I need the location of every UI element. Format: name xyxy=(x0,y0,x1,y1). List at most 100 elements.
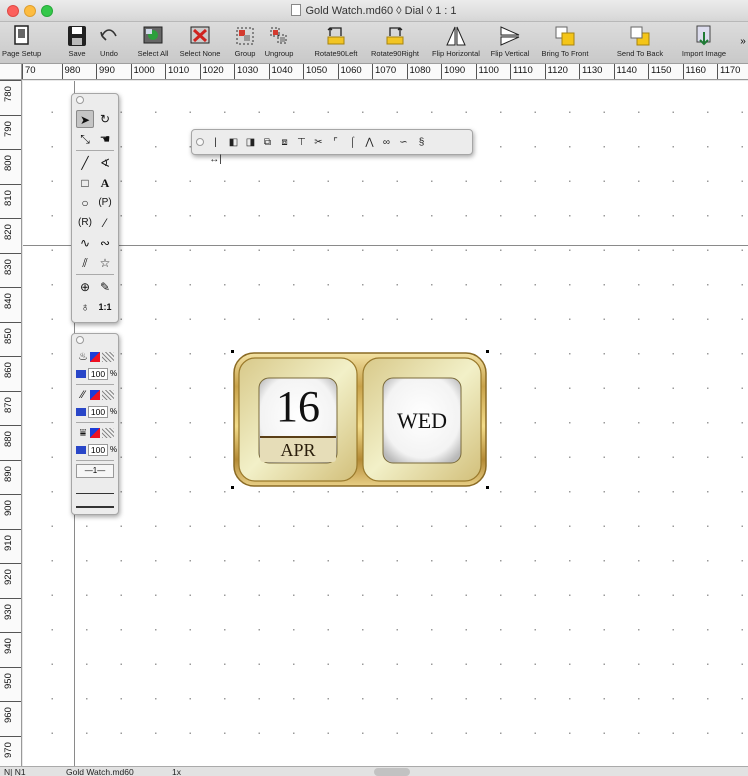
undo-icon xyxy=(100,29,117,41)
palette-divider xyxy=(76,422,114,423)
group-button[interactable]: Group xyxy=(230,24,260,64)
bring-to-front-icon xyxy=(555,26,575,46)
wave-tool-icon[interactable]: ∿ xyxy=(76,234,94,252)
ruler-tick-label: 930 xyxy=(0,597,21,633)
shadow-color-swatch[interactable] xyxy=(90,428,100,438)
line-style-dashed-button[interactable]: —1— xyxy=(76,464,114,478)
selection-handle[interactable] xyxy=(486,350,489,353)
fill-pattern-swatch[interactable] xyxy=(102,352,114,362)
horizontal-scrollbar-thumb[interactable] xyxy=(374,768,410,776)
select-none-button[interactable]: Select None xyxy=(176,24,224,64)
mirror-icon[interactable]: ⋀ xyxy=(362,134,377,151)
line-color-swatch[interactable] xyxy=(90,390,100,400)
style-palette-close-button[interactable] xyxy=(76,336,84,344)
fill-percent-label: % xyxy=(110,369,118,378)
shadow-opacity-field[interactable]: 100 xyxy=(88,444,108,456)
fill-color-swatch[interactable] xyxy=(90,352,100,362)
status-document-name: Gold Watch.md60 xyxy=(66,767,134,776)
select-all-button[interactable]: Select All xyxy=(134,24,172,64)
unlink-icon[interactable]: ∽ xyxy=(396,134,411,151)
shadow-pattern-swatch[interactable] xyxy=(102,428,114,438)
arc-tool-icon[interactable]: ⁄ xyxy=(96,214,114,232)
circle-tool-icon[interactable]: ○ xyxy=(76,194,94,212)
flip-vertical-button[interactable]: Flip Vertical xyxy=(486,24,534,64)
polyline-tool-icon[interactable]: ∢ xyxy=(96,154,114,172)
parallel-tool-icon[interactable]: ⫽ xyxy=(76,254,94,272)
ruler-tick-text: 890 xyxy=(3,465,14,482)
hand-tool-icon[interactable]: ☚ xyxy=(96,130,114,148)
drawing-canvas[interactable]: |↔| ◧ ◨ ⧉ ⧈ ⊤ ✂ ⌜ ⌠ ⋀ ∞ ∽ § ➤ ↻ ⤡ ☚ ╱ ∢ … xyxy=(23,81,748,766)
rotate-right-icon xyxy=(386,27,404,45)
fill-opacity-field[interactable]: 100 xyxy=(88,368,108,380)
arrow-select-tool-icon[interactable]: ➤ xyxy=(76,110,94,128)
eyedropper-tool-icon[interactable]: ✎ xyxy=(96,278,114,296)
undo-button[interactable]: Undo xyxy=(94,24,124,64)
star-tool-icon[interactable]: ☆ xyxy=(96,254,114,272)
ruler-corner xyxy=(0,64,22,80)
ruler-tick-label: 920 xyxy=(0,563,21,598)
page-setup-button[interactable]: Page Setup xyxy=(2,24,41,64)
align-right-icon[interactable]: ◨ xyxy=(243,134,258,151)
import-image-icon xyxy=(696,25,711,46)
resize-tool-icon[interactable]: ⤡ xyxy=(76,130,94,148)
ruler-tick-label: 950 xyxy=(0,666,21,702)
ruler-tick-label: 850 xyxy=(0,321,21,357)
selection-handle[interactable] xyxy=(486,486,489,489)
pin-tool-icon[interactable]: ♁ xyxy=(76,298,94,316)
ruler-tick-label: 1160 xyxy=(682,64,706,79)
flip-horizontal-button[interactable]: Flip Horizontal xyxy=(428,24,484,64)
align-left-icon[interactable]: ◧ xyxy=(226,134,241,151)
ruler-tick-label: 1080 xyxy=(406,64,431,79)
distribute-horizontal-icon[interactable]: |↔| xyxy=(208,134,223,165)
ungroup-button[interactable]: Ungroup xyxy=(262,24,296,64)
align-center-icon[interactable]: ⊤ xyxy=(294,134,309,151)
align-top-icon[interactable]: ⧉ xyxy=(260,134,275,151)
ruler-tick-label: 1090 xyxy=(441,64,465,79)
ungroup-icon xyxy=(270,27,287,44)
ruler-tick-label: 990 xyxy=(96,64,115,79)
chain-icon[interactable]: § xyxy=(414,134,429,151)
rotate-90-left-button[interactable]: Rotate90Left xyxy=(310,24,362,64)
line-pattern-swatch[interactable] xyxy=(102,390,114,400)
line-tool-icon[interactable]: ╱ xyxy=(76,154,94,172)
save-icon xyxy=(68,26,86,46)
rectangle-tool-icon[interactable]: □ xyxy=(76,174,94,192)
flip-vertical-icon xyxy=(500,26,520,46)
ruler-tick-text: 810 xyxy=(3,189,14,206)
ruler-tick-text: 880 xyxy=(3,431,14,447)
send-to-back-button[interactable]: Send To Back xyxy=(612,24,668,64)
palette-close-button[interactable] xyxy=(196,138,204,146)
link-icon[interactable]: ∞ xyxy=(379,134,394,151)
selection-handle[interactable] xyxy=(231,350,234,353)
tools-palette-close-button[interactable] xyxy=(76,96,84,104)
align-bottom-icon[interactable]: ⧈ xyxy=(277,134,292,151)
rotate-tool-icon[interactable]: ↻ xyxy=(96,110,114,128)
ruler-tick-text: 940 xyxy=(3,638,14,654)
line-weight-button[interactable] xyxy=(76,482,114,494)
target-tool-icon[interactable]: ⊕ xyxy=(76,278,94,296)
bring-to-front-button[interactable]: Bring To Front xyxy=(536,24,594,64)
date-dial-group[interactable]: 16 APR WED xyxy=(231,350,489,489)
corner-round-icon[interactable]: ⌜ xyxy=(328,134,343,151)
line-arrow-button[interactable] xyxy=(76,496,114,508)
scissors-icon[interactable]: ✂ xyxy=(311,134,326,151)
import-image-button[interactable]: Import Image xyxy=(678,24,730,64)
text-tool-icon[interactable]: A xyxy=(96,174,114,192)
rotate-90-right-button[interactable]: Rotate90Right xyxy=(366,24,424,64)
ruler-tick-text: 850 xyxy=(3,327,14,344)
status-zoom-level[interactable]: 1x xyxy=(172,767,181,776)
selection-handle[interactable] xyxy=(231,486,234,489)
actual-size-button[interactable]: 1:1 xyxy=(96,298,114,316)
save-button[interactable]: Save xyxy=(62,24,92,64)
horizontal-guide-line[interactable] xyxy=(23,245,748,246)
p-tool-icon[interactable]: (P) xyxy=(96,194,114,212)
curve-tool-icon[interactable]: ∾ xyxy=(96,234,114,252)
dial-month-label: APR xyxy=(280,440,316,460)
ruler-tick-label: 900 xyxy=(0,494,21,529)
corner-curve-icon[interactable]: ⌠ xyxy=(345,134,360,151)
line-opacity-field[interactable]: 100 xyxy=(88,406,108,418)
r-tool-icon[interactable]: (R) xyxy=(76,214,94,232)
ruler-tick-label: 1150 xyxy=(648,64,671,79)
palette-divider xyxy=(76,150,114,151)
palette-divider xyxy=(76,460,114,461)
